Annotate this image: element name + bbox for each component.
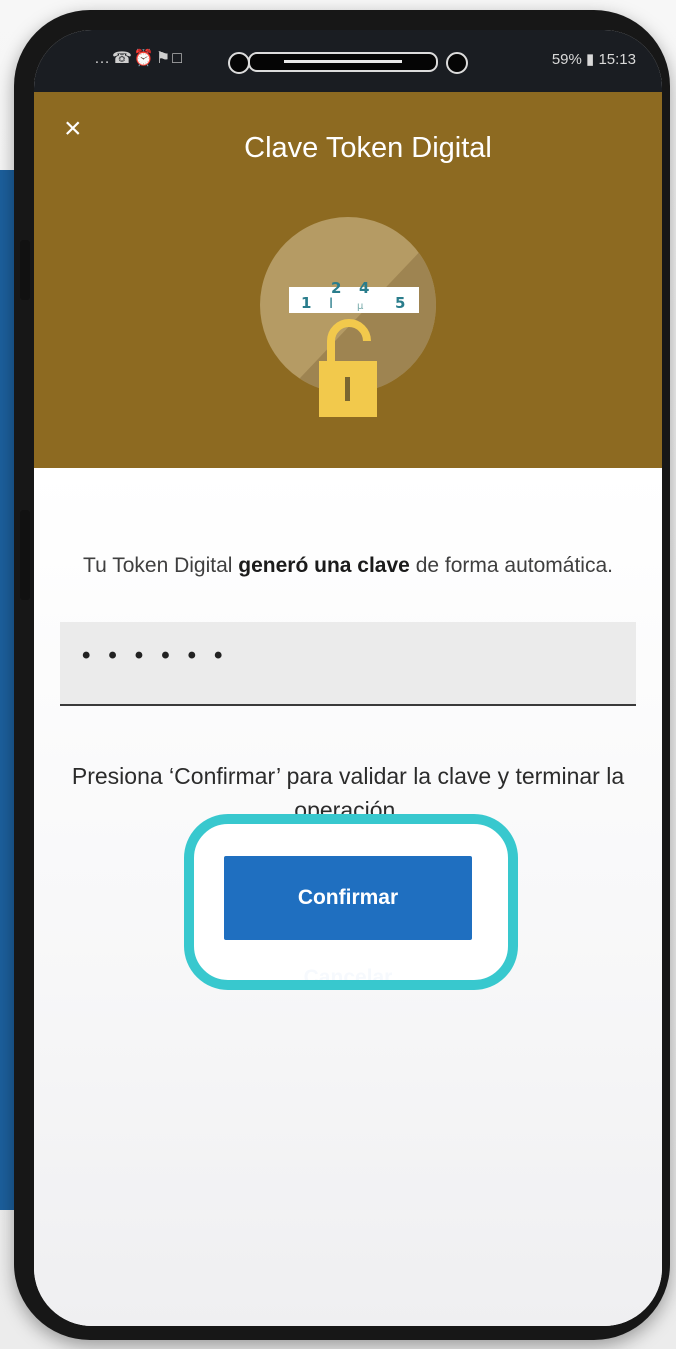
code-digit: 5 [395, 294, 405, 312]
token-lock-illustration: 1 2 I 4 μ 5 [260, 217, 436, 417]
svg-text:I: I [329, 296, 333, 312]
token-value: •••••• [82, 642, 241, 669]
code-digit: 2 [331, 279, 341, 297]
page-title: Clave Token Digital [244, 132, 492, 164]
code-digit: 1 [301, 294, 311, 312]
svg-text:μ: μ [357, 301, 364, 312]
phone-screen: …☎⏰⚑□ 59% ▮ 15:13 × Clave Token Digital … [34, 30, 662, 1326]
phone-side-button [20, 510, 30, 600]
token-password-field[interactable]: •••••• [60, 622, 636, 706]
earpiece-speaker [248, 52, 438, 72]
status-battery-time: 59% ▮ 15:13 [551, 51, 636, 68]
front-camera [228, 52, 250, 74]
page-header: × Clave Token Digital 1 2 I 4 μ 5 [34, 92, 662, 468]
status-icons: …☎⏰⚑□ [94, 50, 184, 67]
status-bar: …☎⏰⚑□ 59% ▮ 15:13 [34, 30, 662, 92]
content-panel: Tu Token Digital generó una clave de for… [34, 468, 662, 1326]
front-sensor [446, 52, 468, 74]
confirm-button[interactable]: Confirmar [224, 856, 472, 940]
code-digit: 4 [359, 279, 369, 297]
phone-side-button [20, 240, 30, 300]
token-info-text: Tu Token Digital generó una clave de for… [83, 554, 613, 577]
